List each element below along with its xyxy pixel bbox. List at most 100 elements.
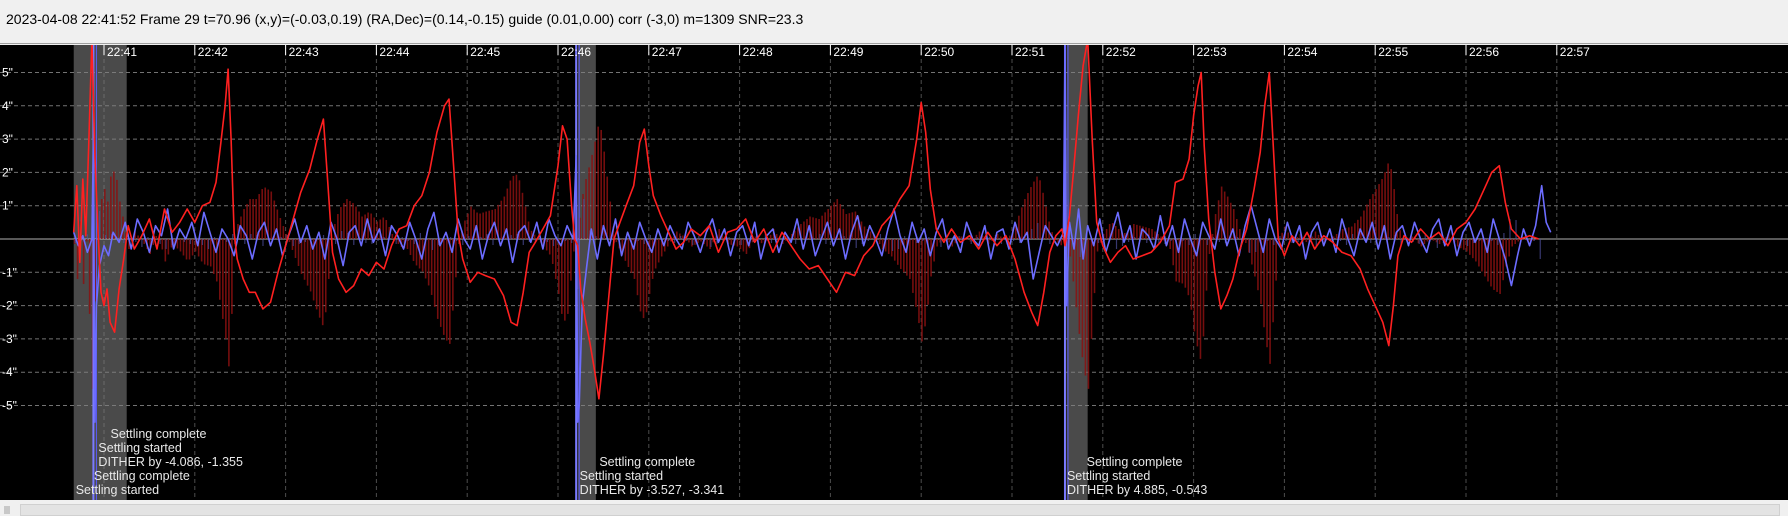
ra-correction-bar xyxy=(627,239,630,267)
dec-correction-bar xyxy=(1188,239,1190,245)
ra-correction-bar xyxy=(548,239,551,255)
ra-correction-bar xyxy=(1235,219,1238,239)
dec-correction-bar xyxy=(904,236,906,239)
dec-correction-bar xyxy=(728,237,730,239)
ra-correction-bar xyxy=(521,192,524,239)
dec-correction-bar xyxy=(552,239,555,246)
ra-correction-bar xyxy=(588,167,590,239)
dec-correction-bar xyxy=(1454,238,1457,239)
ra-correction-bar xyxy=(585,179,587,239)
ra-correction-bar xyxy=(1423,239,1426,244)
ra-correction-bar xyxy=(1069,239,1072,257)
ra-correction-bar xyxy=(909,239,911,279)
ra-correction-bar xyxy=(282,226,285,239)
ra-correction-bar xyxy=(918,239,920,324)
ra-correction-bar xyxy=(1375,189,1377,239)
ra-correction-bar xyxy=(1341,229,1344,239)
dec-correction-bar xyxy=(141,239,143,247)
dec-correction-bar xyxy=(1273,239,1275,245)
ra-correction-bar xyxy=(930,239,932,277)
ra-correction-bar xyxy=(1426,239,1429,242)
dec-correction-bar xyxy=(1339,239,1342,241)
dec-correction-bar xyxy=(891,239,894,251)
ra-correction-bar xyxy=(1335,234,1338,239)
ra-correction-bar xyxy=(143,239,145,244)
ra-correction-bar xyxy=(1432,239,1435,241)
dec-correction-bar xyxy=(292,239,294,246)
ra-correction-bar xyxy=(85,239,88,242)
ra-correction-bar xyxy=(1523,239,1526,240)
dec-correction-bar xyxy=(377,239,379,241)
ra-correction-bar xyxy=(107,201,109,239)
event-annotation: Settling started xyxy=(1067,469,1150,483)
dec-correction-bar xyxy=(274,239,276,240)
ra-correction-bar xyxy=(515,174,518,239)
ra-correction-bar xyxy=(464,220,466,239)
dec-correction-bar xyxy=(976,237,978,239)
ra-correction-bar xyxy=(300,239,303,274)
ra-correction-bar xyxy=(845,214,848,239)
dec-correction-bar xyxy=(280,237,282,239)
dec-correction-bar xyxy=(1037,223,1039,239)
dec-correction-bar xyxy=(159,239,161,244)
ra-correction-bar xyxy=(288,239,291,242)
ra-correction-bar xyxy=(309,239,312,292)
ra-correction-bar xyxy=(104,189,106,239)
ra-correction-bar xyxy=(361,216,363,239)
ra-correction-bar xyxy=(264,187,267,239)
dec-correction-bar xyxy=(147,237,149,239)
ra-correction-bar xyxy=(1462,239,1465,250)
dec-correction-bar xyxy=(1497,239,1499,245)
dec-correction-bar xyxy=(637,239,639,241)
ra-correction-bar xyxy=(391,234,394,239)
ra-correction-bar xyxy=(222,239,224,319)
ra-correction-bar xyxy=(561,239,563,314)
ra-correction-bar xyxy=(736,239,739,247)
ra-correction-bar xyxy=(246,204,248,239)
ra-correction-bar xyxy=(1511,239,1513,247)
scroll-left-marker[interactable] xyxy=(4,506,10,514)
ra-correction-bar xyxy=(385,220,388,239)
dec-correction-bar xyxy=(855,239,857,248)
ra-correction-bar xyxy=(1093,239,1096,294)
dec-correction-bar xyxy=(1267,239,1269,241)
dec-correction-bar xyxy=(1533,239,1535,241)
dec-correction-bar xyxy=(1134,237,1136,239)
dec-correction-bar xyxy=(1025,239,1027,240)
ra-correction-bar xyxy=(1208,239,1211,254)
dec-correction-bar xyxy=(897,239,900,249)
event-annotation: Settling complete xyxy=(1087,455,1183,469)
ra-correction-bar xyxy=(249,199,251,239)
dec-correction-bar xyxy=(341,231,343,239)
bottom-scrollbar[interactable] xyxy=(0,500,1788,516)
ra-correction-bar xyxy=(1021,207,1023,239)
scroll-track[interactable] xyxy=(20,504,1780,516)
ra-correction-bar xyxy=(279,218,282,239)
ra-correction-bar xyxy=(1199,239,1202,359)
dec-correction-bar xyxy=(1418,239,1420,244)
ra-correction-bar xyxy=(352,203,354,239)
dec-correction-bar xyxy=(1182,239,1184,241)
guiding-graph[interactable]: 22:41 22:42 22:43 22:44 22:45 22:46 22:47 22:48… xyxy=(0,45,1788,500)
y-tick-label: 3" xyxy=(2,132,13,146)
x-tick-label: 22:43 xyxy=(289,45,319,59)
ra-correction-bar xyxy=(921,239,923,342)
dec-correction-bar xyxy=(468,236,470,239)
dec-correction-bar xyxy=(776,238,779,239)
dec-correction-bar xyxy=(304,239,306,242)
ra-correction-bar xyxy=(966,239,969,240)
dec-correction-bar xyxy=(1031,229,1033,239)
dec-correction-bar xyxy=(649,235,651,239)
ra-correction-bar xyxy=(442,239,445,335)
ra-correction-bar xyxy=(999,236,1002,239)
dec-correction-bar xyxy=(1218,239,1221,242)
ra-correction-bar xyxy=(482,212,484,239)
dec-correction-bar xyxy=(123,239,125,243)
dec-correction-bar xyxy=(1152,237,1154,239)
ra-correction-bar xyxy=(1493,239,1495,290)
y-tick-label: 4" xyxy=(2,99,13,113)
ra-correction-bar xyxy=(179,239,182,252)
ra-correction-bar xyxy=(343,203,345,239)
ra-correction-bar xyxy=(209,239,212,267)
dec-correction-bar xyxy=(1146,239,1148,243)
